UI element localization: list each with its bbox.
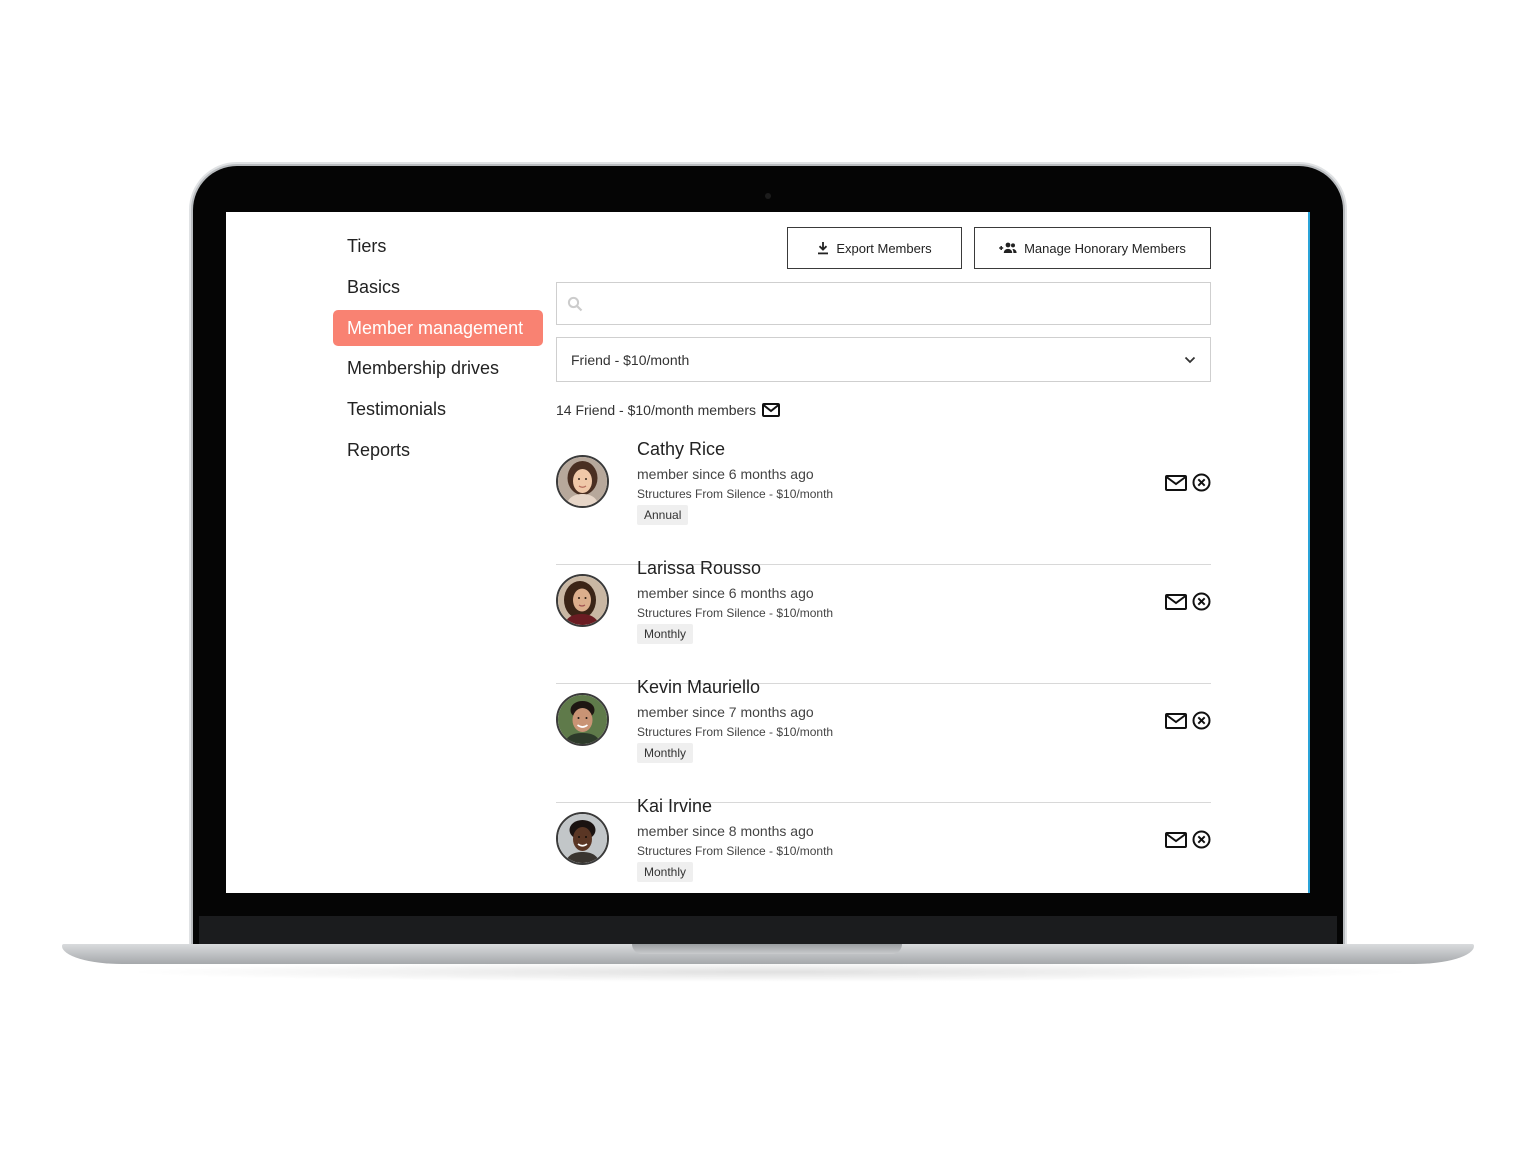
laptop-notch (632, 944, 902, 954)
tier-filter-value: Friend - $10/month (571, 351, 690, 368)
export-members-label: Export Members (836, 240, 932, 256)
sidebar-item-reports[interactable]: Reports (333, 432, 543, 468)
member-tier: Structures From Silence - $10/month (637, 844, 834, 858)
member-tier: Structures From Silence - $10/month (637, 725, 834, 739)
member-list-item: Kai Irvine member since 8 months ago Str… (556, 796, 1211, 893)
member-name[interactable]: Larissa Rousso (637, 558, 761, 579)
mail-all-icon[interactable] (761, 403, 780, 417)
avatar (556, 455, 609, 508)
sidebar-item-membership-drives[interactable]: Membership drives (333, 350, 543, 386)
member-tier: Structures From Silence - $10/month (637, 487, 834, 501)
mail-icon[interactable] (1165, 712, 1187, 729)
billing-badge: Monthly (637, 862, 694, 882)
export-members-button[interactable]: Export Members (787, 227, 962, 269)
member-since: member since 7 months ago (637, 704, 814, 720)
remove-circle-icon[interactable] (1192, 592, 1211, 611)
manage-honorary-members-button[interactable]: Manage Honorary Members (974, 227, 1211, 269)
add-people-icon (999, 242, 1017, 254)
search-input[interactable] (591, 294, 1210, 313)
member-actions (1165, 592, 1211, 611)
sidebar-item-member-management[interactable]: Member management (333, 309, 543, 346)
billing-badge: Monthly (637, 743, 694, 763)
sidebar-nav: Tiers Basics Member management Membershi… (333, 228, 543, 473)
member-name[interactable]: Cathy Rice (637, 439, 725, 460)
sidebar-item-tiers[interactable]: Tiers (333, 228, 543, 264)
avatar (556, 574, 609, 627)
member-actions (1165, 711, 1211, 730)
member-count-text: 14 Friend - $10/month members (556, 402, 756, 418)
sidebar-item-basics[interactable]: Basics (333, 269, 543, 305)
webcam (765, 193, 771, 199)
member-actions (1165, 830, 1211, 849)
member-since: member since 6 months ago (637, 466, 814, 482)
member-name[interactable]: Kevin Mauriello (637, 677, 760, 698)
avatar (556, 812, 609, 865)
mail-icon[interactable] (1165, 831, 1187, 848)
search-icon (567, 296, 583, 312)
mail-icon[interactable] (1165, 474, 1187, 491)
member-list-item: Cathy Rice member since 6 months ago Str… (556, 439, 1211, 565)
remove-circle-icon[interactable] (1192, 830, 1211, 849)
app-screen: Tiers Basics Member management Membershi… (226, 212, 1310, 893)
member-count-summary: 14 Friend - $10/month members (556, 402, 780, 418)
mail-icon[interactable] (1165, 593, 1187, 610)
member-since: member since 6 months ago (637, 585, 814, 601)
member-name[interactable]: Kai Irvine (637, 796, 712, 817)
member-actions (1165, 473, 1211, 492)
billing-badge: Annual (637, 505, 689, 525)
manage-honorary-members-label: Manage Honorary Members (1024, 240, 1186, 256)
sidebar-item-testimonials[interactable]: Testimonials (333, 391, 543, 427)
member-since: member since 8 months ago (637, 823, 814, 839)
member-list-item: Larissa Rousso member since 6 months ago… (556, 558, 1211, 684)
remove-circle-icon[interactable] (1192, 473, 1211, 492)
laptop-chin (199, 916, 1337, 946)
chevron-down-icon (1184, 356, 1196, 364)
billing-badge: Monthly (637, 624, 694, 644)
avatar (556, 693, 609, 746)
tier-filter-select[interactable]: Friend - $10/month (556, 337, 1211, 382)
download-icon (817, 241, 829, 255)
remove-circle-icon[interactable] (1192, 711, 1211, 730)
laptop-shadow (120, 962, 1420, 982)
member-tier: Structures From Silence - $10/month (637, 606, 834, 620)
member-list-item: Kevin Mauriello member since 7 months ag… (556, 677, 1211, 803)
member-search-box[interactable] (556, 282, 1211, 325)
